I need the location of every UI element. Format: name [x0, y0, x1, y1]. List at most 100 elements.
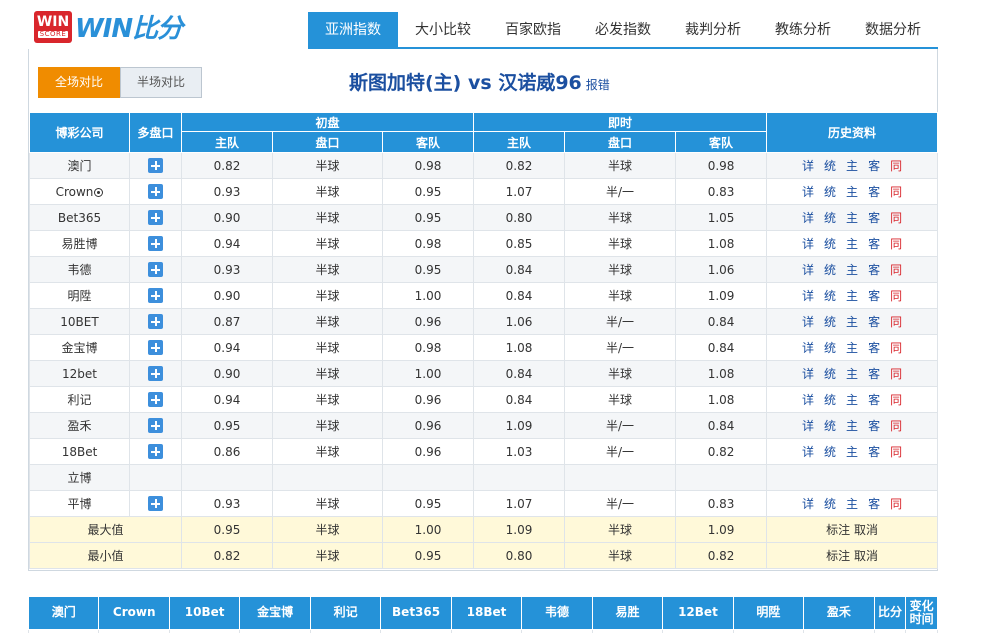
- history-link-2[interactable]: 主: [846, 313, 858, 330]
- history-link-4[interactable]: 同: [890, 287, 902, 304]
- home-team[interactable]: 斯图加特(主): [349, 72, 461, 94]
- history-link-0[interactable]: 详: [802, 313, 814, 330]
- history-link-4[interactable]: 同: [890, 495, 902, 512]
- history-link-4[interactable]: 同: [890, 209, 902, 226]
- company-name[interactable]: Crown: [29, 178, 130, 205]
- expand-plus-icon[interactable]: [148, 418, 163, 433]
- history-link-0[interactable]: 详: [802, 417, 814, 434]
- company-name[interactable]: 立博: [29, 464, 130, 491]
- history-link-0[interactable]: 详: [802, 287, 814, 304]
- cancel-link[interactable]: 取消: [854, 549, 878, 563]
- history-link-2[interactable]: 主: [846, 391, 858, 408]
- history-link-2[interactable]: 主: [846, 261, 858, 278]
- history-link-2[interactable]: 主: [846, 209, 858, 226]
- company-name[interactable]: 韦德: [29, 256, 130, 283]
- expand-plus-icon[interactable]: [148, 262, 163, 277]
- history-link-4[interactable]: 同: [890, 235, 902, 252]
- company-name[interactable]: 易胜博: [29, 230, 130, 257]
- history-link-1[interactable]: 统: [824, 417, 836, 434]
- history-link-0[interactable]: 详: [802, 339, 814, 356]
- company-name[interactable]: 利记: [29, 386, 130, 413]
- history-link-1[interactable]: 统: [824, 235, 836, 252]
- expand-plus-icon[interactable]: [148, 210, 163, 225]
- nav-tab-0[interactable]: 亚洲指数: [308, 12, 398, 48]
- nav-tab-6[interactable]: 数据分析: [848, 12, 938, 48]
- history-link-0[interactable]: 详: [802, 235, 814, 252]
- history-link-3[interactable]: 客: [868, 287, 880, 304]
- company-name[interactable]: 12bet: [29, 360, 130, 387]
- history-link-0[interactable]: 详: [802, 365, 814, 382]
- history-link-2[interactable]: 主: [846, 365, 858, 382]
- history-link-4[interactable]: 同: [890, 261, 902, 278]
- history-link-2[interactable]: 主: [846, 417, 858, 434]
- cancel-link[interactable]: 取消: [854, 523, 878, 537]
- history-link-1[interactable]: 统: [824, 183, 836, 200]
- company-name[interactable]: 10BET: [29, 308, 130, 335]
- nav-tab-1[interactable]: 大小比较: [398, 12, 488, 48]
- history-link-1[interactable]: 统: [824, 365, 836, 382]
- mark-link[interactable]: 标注: [826, 549, 850, 563]
- history-link-2[interactable]: 主: [846, 157, 858, 174]
- company-name[interactable]: 金宝博: [29, 334, 130, 361]
- history-link-3[interactable]: 客: [868, 365, 880, 382]
- history-link-1[interactable]: 统: [824, 443, 836, 460]
- history-link-4[interactable]: 同: [890, 417, 902, 434]
- history-link-2[interactable]: 主: [846, 183, 858, 200]
- history-link-3[interactable]: 客: [868, 417, 880, 434]
- nav-tab-5[interactable]: 教练分析: [758, 12, 848, 48]
- history-link-2[interactable]: 主: [846, 235, 858, 252]
- expand-plus-icon[interactable]: [148, 314, 163, 329]
- history-link-4[interactable]: 同: [890, 183, 902, 200]
- nav-tab-2[interactable]: 百家欧指: [488, 12, 578, 48]
- history-link-3[interactable]: 客: [868, 313, 880, 330]
- history-link-0[interactable]: 详: [802, 209, 814, 226]
- history-link-0[interactable]: 详: [802, 391, 814, 408]
- expand-plus-icon[interactable]: [148, 392, 163, 407]
- company-name[interactable]: 澳门: [29, 152, 130, 179]
- history-link-0[interactable]: 详: [802, 495, 814, 512]
- history-link-3[interactable]: 客: [868, 183, 880, 200]
- history-link-0[interactable]: 详: [802, 183, 814, 200]
- away-team[interactable]: 汉诺威96: [498, 72, 581, 94]
- history-link-4[interactable]: 同: [890, 365, 902, 382]
- history-link-1[interactable]: 统: [824, 391, 836, 408]
- history-link-4[interactable]: 同: [890, 157, 902, 174]
- history-link-3[interactable]: 客: [868, 235, 880, 252]
- company-name[interactable]: 盈禾: [29, 412, 130, 439]
- history-link-2[interactable]: 主: [846, 495, 858, 512]
- history-link-2[interactable]: 主: [846, 339, 858, 356]
- expand-plus-icon[interactable]: [148, 444, 163, 459]
- expand-plus-icon[interactable]: [148, 496, 163, 511]
- company-name[interactable]: 明陞: [29, 282, 130, 309]
- history-link-3[interactable]: 客: [868, 495, 880, 512]
- history-link-3[interactable]: 客: [868, 391, 880, 408]
- history-link-1[interactable]: 统: [824, 495, 836, 512]
- history-link-0[interactable]: 详: [802, 261, 814, 278]
- history-link-1[interactable]: 统: [824, 209, 836, 226]
- company-name[interactable]: Bet365: [29, 204, 130, 231]
- tab-full-time[interactable]: 全场对比: [38, 67, 120, 98]
- history-link-4[interactable]: 同: [890, 391, 902, 408]
- history-link-3[interactable]: 客: [868, 157, 880, 174]
- report-error-link[interactable]: 报错: [586, 78, 610, 92]
- history-link-4[interactable]: 同: [890, 313, 902, 330]
- expand-plus-icon[interactable]: [148, 288, 163, 303]
- expand-plus-icon[interactable]: [148, 340, 163, 355]
- history-link-4[interactable]: 同: [890, 443, 902, 460]
- site-logo[interactable]: WIN SCORE WIN比分: [34, 8, 183, 45]
- history-link-1[interactable]: 统: [824, 287, 836, 304]
- expand-plus-icon[interactable]: [148, 366, 163, 381]
- history-link-2[interactable]: 主: [846, 287, 858, 304]
- history-link-3[interactable]: 客: [868, 443, 880, 460]
- company-name[interactable]: 平博: [29, 490, 130, 517]
- tab-half-time[interactable]: 半场对比: [120, 67, 202, 98]
- history-link-1[interactable]: 统: [824, 313, 836, 330]
- history-link-0[interactable]: 详: [802, 443, 814, 460]
- history-link-1[interactable]: 统: [824, 157, 836, 174]
- expand-plus-icon[interactable]: [148, 158, 163, 173]
- history-link-2[interactable]: 主: [846, 443, 858, 460]
- nav-tab-3[interactable]: 必发指数: [578, 12, 668, 48]
- history-link-3[interactable]: 客: [868, 209, 880, 226]
- mark-link[interactable]: 标注: [826, 523, 850, 537]
- expand-plus-icon[interactable]: [148, 236, 163, 251]
